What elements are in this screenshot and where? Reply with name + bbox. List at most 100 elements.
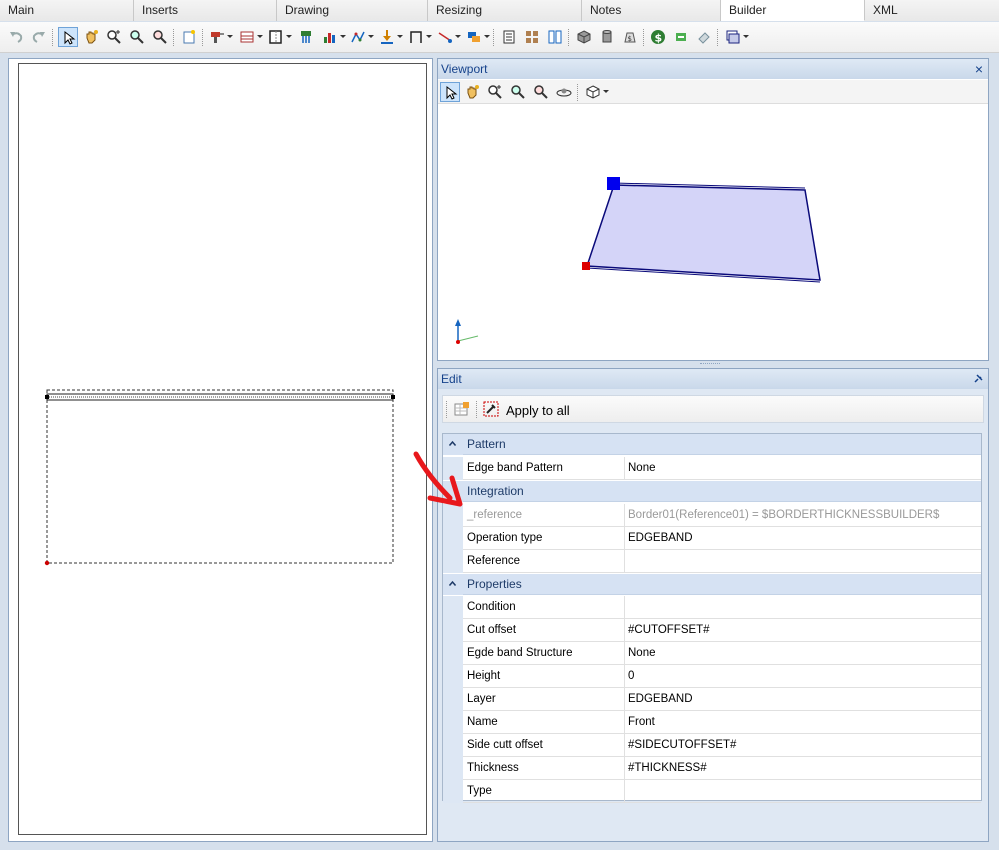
tab-builder[interactable]: Builder [721, 0, 865, 21]
toolbar-separator [446, 401, 447, 418]
property-row-reference-internal[interactable]: _reference Border01(Reference01) = $BORD… [443, 504, 981, 527]
tab-resizing[interactable]: Resizing [428, 0, 582, 21]
viewport-zoom-in-button[interactable] [485, 82, 505, 102]
property-row-name[interactable]: Name Front [443, 711, 981, 734]
property-row-height[interactable]: Height 0 [443, 665, 981, 688]
viewport-view-cube-button[interactable] [583, 82, 609, 102]
tab-main[interactable]: Main [0, 0, 134, 21]
add-operation-button[interactable] [452, 399, 472, 419]
property-row-condition[interactable]: Condition [443, 596, 981, 619]
curve-icon [351, 31, 365, 43]
pricing-button[interactable]: $ [648, 27, 668, 47]
select-button[interactable] [58, 27, 78, 47]
origin-point [44, 560, 50, 566]
new-note-button[interactable] [179, 27, 199, 47]
property-row-operation-type[interactable]: Operation type EDGEBAND [443, 527, 981, 550]
3d-panel-face[interactable] [585, 184, 821, 281]
property-value[interactable]: #THICKNESS# [625, 757, 981, 780]
apply-to-all-label[interactable]: Apply to all [506, 403, 570, 418]
viewport-zoom-window-button[interactable] [508, 82, 528, 102]
money-bag-button[interactable]: $ [620, 27, 640, 47]
drawing-canvas[interactable] [18, 63, 427, 835]
property-value[interactable]: #CUTOFFSET# [625, 619, 981, 642]
curve-button[interactable] [348, 27, 374, 47]
grid-add-icon [454, 402, 469, 416]
cylinder-button[interactable] [597, 27, 617, 47]
window-button[interactable] [723, 27, 749, 47]
undo-button[interactable] [6, 27, 26, 47]
frame-button[interactable] [266, 27, 292, 47]
property-value[interactable]: None [625, 642, 981, 665]
properties-button[interactable] [499, 27, 519, 47]
tab-notes[interactable]: Notes [582, 0, 721, 21]
bracket-button[interactable] [406, 27, 432, 47]
category-pattern[interactable]: Pattern [443, 434, 981, 455]
tools-button[interactable] [296, 27, 316, 47]
line-tool-button[interactable] [435, 27, 461, 47]
category-integration[interactable]: Integration [443, 481, 981, 502]
viewport-zoom-extents-button[interactable] [531, 82, 551, 102]
property-row-reference[interactable]: Reference [443, 550, 981, 573]
columns-button[interactable] [545, 27, 565, 47]
zoom-extents-button[interactable] [150, 27, 170, 47]
pointer-icon [64, 30, 76, 45]
shelf-button[interactable] [237, 27, 263, 47]
property-row-type[interactable]: Type [443, 780, 981, 803]
pin-icon[interactable] [973, 369, 983, 389]
property-value[interactable] [625, 780, 981, 803]
property-value[interactable]: Front [625, 711, 981, 734]
part-drawing[interactable] [19, 64, 428, 836]
property-value[interactable]: None [625, 457, 981, 480]
property-name: Layer [463, 688, 625, 711]
redo-button[interactable] [29, 27, 49, 47]
property-row-cut-offset[interactable]: Cut offset #CUTOFFSET# [443, 619, 981, 642]
property-value[interactable]: EDGEBAND [625, 527, 981, 550]
layers-button[interactable] [464, 27, 490, 47]
frame-icon [269, 30, 282, 44]
zoom-in-button[interactable] [104, 27, 124, 47]
edge-handle-right[interactable] [391, 395, 395, 399]
tab-inserts[interactable]: Inserts [134, 0, 277, 21]
property-value[interactable] [625, 550, 981, 573]
property-row-thickness[interactable]: Thickness #THICKNESS# [443, 757, 981, 780]
viewport-orbit-button[interactable] [554, 82, 574, 102]
property-row-layer[interactable]: Layer EDGEBAND [443, 688, 981, 711]
pane-splitter[interactable] [700, 363, 720, 366]
3d-view-canvas[interactable] [438, 105, 988, 360]
property-value[interactable] [625, 596, 981, 619]
insert-down-button[interactable] [377, 27, 403, 47]
property-value[interactable]: #SIDECUTOFFSET# [625, 734, 981, 757]
part-outline[interactable] [46, 389, 394, 564]
drill-tool-button[interactable] [207, 27, 233, 47]
tab-xml[interactable]: XML [865, 0, 999, 21]
zoom-window-button[interactable] [127, 27, 147, 47]
row-gutter [443, 550, 463, 573]
line-tool-icon [438, 32, 452, 43]
3d-handle-blue[interactable] [607, 177, 620, 190]
apply-to-all-button[interactable] [481, 399, 501, 419]
viewport-select-button[interactable] [440, 82, 460, 102]
3d-handle-red[interactable] [582, 262, 590, 270]
chevron-up-icon[interactable] [449, 580, 456, 587]
tab-drawing[interactable]: Drawing [277, 0, 428, 21]
property-row-edge-band-pattern[interactable]: Edge band Pattern None [443, 457, 981, 480]
property-row-side-cut-offset[interactable]: Side cutt offset #SIDECUTOFFSET# [443, 734, 981, 757]
chart-button[interactable] [320, 27, 346, 47]
category-properties[interactable]: Properties [443, 574, 981, 595]
property-row-edge-band-structure[interactable]: Egde band Structure None [443, 642, 981, 665]
cube-button[interactable] [574, 27, 594, 47]
eraser-button[interactable] [694, 27, 714, 47]
grid-button[interactable] [522, 27, 542, 47]
property-name: Cut offset [463, 619, 625, 642]
edge-handle-left[interactable] [45, 395, 49, 399]
row-gutter [443, 688, 463, 711]
viewport-close-icon[interactable]: × [975, 59, 983, 79]
dropdown-caret [286, 35, 292, 38]
arrows-icon [676, 33, 686, 41]
property-value[interactable]: EDGEBAND [625, 688, 981, 711]
transfer-button[interactable] [671, 27, 691, 47]
viewport-pan-button[interactable] [462, 82, 482, 102]
property-value[interactable]: 0 [625, 665, 981, 688]
pan-button[interactable] [81, 27, 101, 47]
dropdown-caret [340, 35, 346, 38]
